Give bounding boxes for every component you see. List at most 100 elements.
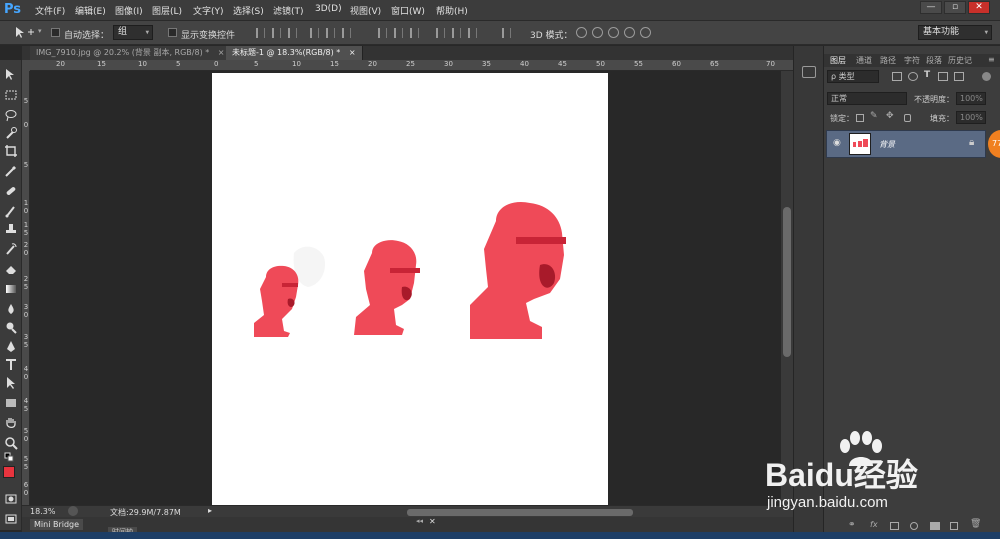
tool-preset-arrow-icon[interactable]: ▾ [38,27,42,35]
rectangle-tool-icon[interactable] [4,396,18,410]
dodge-tool-icon[interactable] [4,320,18,334]
foreground-color-swatch[interactable] [3,466,15,478]
collapse-icon[interactable]: ◂◂ [416,517,423,525]
lock-all-icon[interactable] [904,114,911,122]
move-tool-icon[interactable] [4,68,18,82]
filter-shape-icon[interactable] [938,72,948,81]
distribute-hcenter-icon[interactable] [452,28,461,38]
tab-close-icon[interactable]: × [218,48,225,57]
auto-select-dropdown[interactable]: 组 [113,25,153,40]
align-left-icon[interactable] [310,28,319,38]
healing-brush-tool-icon[interactable] [4,184,18,198]
zoom-tool-icon[interactable] [4,436,18,450]
visibility-eye-icon[interactable]: ◉ [833,138,841,148]
3d-slide-icon[interactable] [624,27,635,38]
vertical-ruler[interactable]: 5 0 5 1 0 1 5 2 0 2 5 3 0 3 5 4 0 4 5 5 … [22,71,30,505]
mini-bridge-tab[interactable]: Mini Bridge [30,519,84,530]
horizontal-ruler[interactable]: 20 15 10 5 0 5 10 15 20 25 30 35 40 45 5… [30,60,793,71]
dock-close-icon[interactable]: ✕ [429,517,436,526]
tab-close-icon[interactable]: × [349,48,356,57]
path-selection-tool-icon[interactable] [4,376,18,390]
workspace-dropdown[interactable]: 基本功能 [918,25,992,40]
layer-filter-dropdown[interactable]: ρ 类型 [827,70,879,83]
distribute-left-icon[interactable] [436,28,445,38]
brush-tool-icon[interactable] [4,204,18,218]
add-mask-icon[interactable] [890,522,899,530]
history-brush-tool-icon[interactable] [4,242,18,256]
panel-menu-icon[interactable]: ≡ [988,55,995,64]
3d-scale-icon[interactable] [640,27,651,38]
menu-layer[interactable]: 图层(L) [152,4,182,17]
quick-mask-icon[interactable] [4,492,18,506]
hand-tool-icon[interactable] [4,416,18,430]
align-top-icon[interactable] [256,28,265,38]
crop-tool-icon[interactable] [4,144,18,158]
adjustment-layer-icon[interactable] [910,522,918,530]
tab-paths[interactable]: 路径 [880,55,896,66]
menu-image[interactable]: 图像(I) [115,4,143,17]
new-layer-icon[interactable] [950,522,958,530]
quick-selection-tool-icon[interactable] [4,126,18,140]
pen-tool-icon[interactable] [4,340,18,354]
restore-button[interactable]: ▫ [944,1,966,14]
gradient-tool-icon[interactable] [4,282,18,296]
align-bottom-icon[interactable] [288,28,297,38]
filter-smart-object-icon[interactable] [954,72,964,81]
default-colors-icon[interactable] [4,452,18,466]
show-transform-checkbox[interactable] [168,28,177,37]
tab-untitled-1[interactable]: 未标题-1 @ 18.3%(RGB/8) * × [226,46,363,60]
eraser-tool-icon[interactable] [4,262,18,276]
color-panel-icon[interactable] [802,66,816,78]
filter-toggle-icon[interactable] [982,72,991,81]
clone-stamp-tool-icon[interactable] [4,222,18,236]
auto-select-checkbox[interactable] [51,28,60,37]
lock-position-icon[interactable]: ✥ [886,111,894,121]
auto-align-icon[interactable] [502,28,511,38]
filter-adjustment-icon[interactable] [908,72,918,81]
opacity-field[interactable]: 100% [956,92,986,105]
status-info-icon[interactable] [68,506,78,516]
lasso-tool-icon[interactable] [4,108,18,122]
tab-layers[interactable]: 图层 [830,55,846,66]
3d-pan-icon[interactable] [608,27,619,38]
ruler-origin[interactable] [22,60,30,71]
menu-window[interactable]: 窗口(W) [391,4,425,17]
distribute-top-icon[interactable] [378,28,387,38]
blend-mode-dropdown[interactable]: 正常 [827,92,907,105]
layer-style-icon[interactable]: fx [870,520,878,529]
close-button[interactable]: ✕ [968,1,990,14]
new-group-icon[interactable] [930,522,940,530]
menu-select[interactable]: 选择(S) [233,4,264,17]
blur-tool-icon[interactable] [4,302,18,316]
tab-channels[interactable]: 通道 [856,55,872,66]
minimize-button[interactable]: — [920,1,942,14]
horizontal-scrollbar-thumb[interactable] [407,509,633,516]
align-hcenter-icon[interactable] [326,28,335,38]
menu-help[interactable]: 帮助(H) [436,4,468,17]
eyedropper-tool-icon[interactable] [4,164,18,178]
status-menu-arrow-icon[interactable]: ▸ [208,506,212,515]
tab-character[interactable]: 字符 [904,55,920,66]
distribute-right-icon[interactable] [468,28,477,38]
align-vcenter-icon[interactable] [272,28,281,38]
vertical-scrollbar-thumb[interactable] [783,207,791,357]
menu-view[interactable]: 视图(V) [350,4,381,17]
distribute-vcenter-icon[interactable] [394,28,403,38]
3d-rotate-icon[interactable] [576,27,587,38]
filter-type-icon[interactable]: T [924,70,930,80]
menu-file[interactable]: 文件(F) [35,4,65,17]
document-canvas[interactable] [212,73,608,505]
menu-3d[interactable]: 3D(D) [315,4,342,14]
fill-field[interactable]: 100% [956,111,986,124]
lock-image-icon[interactable]: ✎ [870,111,878,121]
3d-roll-icon[interactable] [592,27,603,38]
menu-edit[interactable]: 编辑(E) [75,4,106,17]
tab-img-7910[interactable]: IMG_7910.jpg @ 20.2% (背景 副本, RGB/8) * × [30,46,232,60]
layer-row-background[interactable]: ◉ 背景 🔒︎ [826,130,986,158]
zoom-level[interactable]: 18.3% [30,507,55,516]
link-layers-icon[interactable]: ⚭ [848,520,856,530]
tab-paragraph[interactable]: 段落 [926,55,942,66]
move-tool-icon[interactable] [14,26,36,40]
filter-pixel-icon[interactable] [892,72,902,81]
lock-transparent-icon[interactable] [856,114,864,122]
